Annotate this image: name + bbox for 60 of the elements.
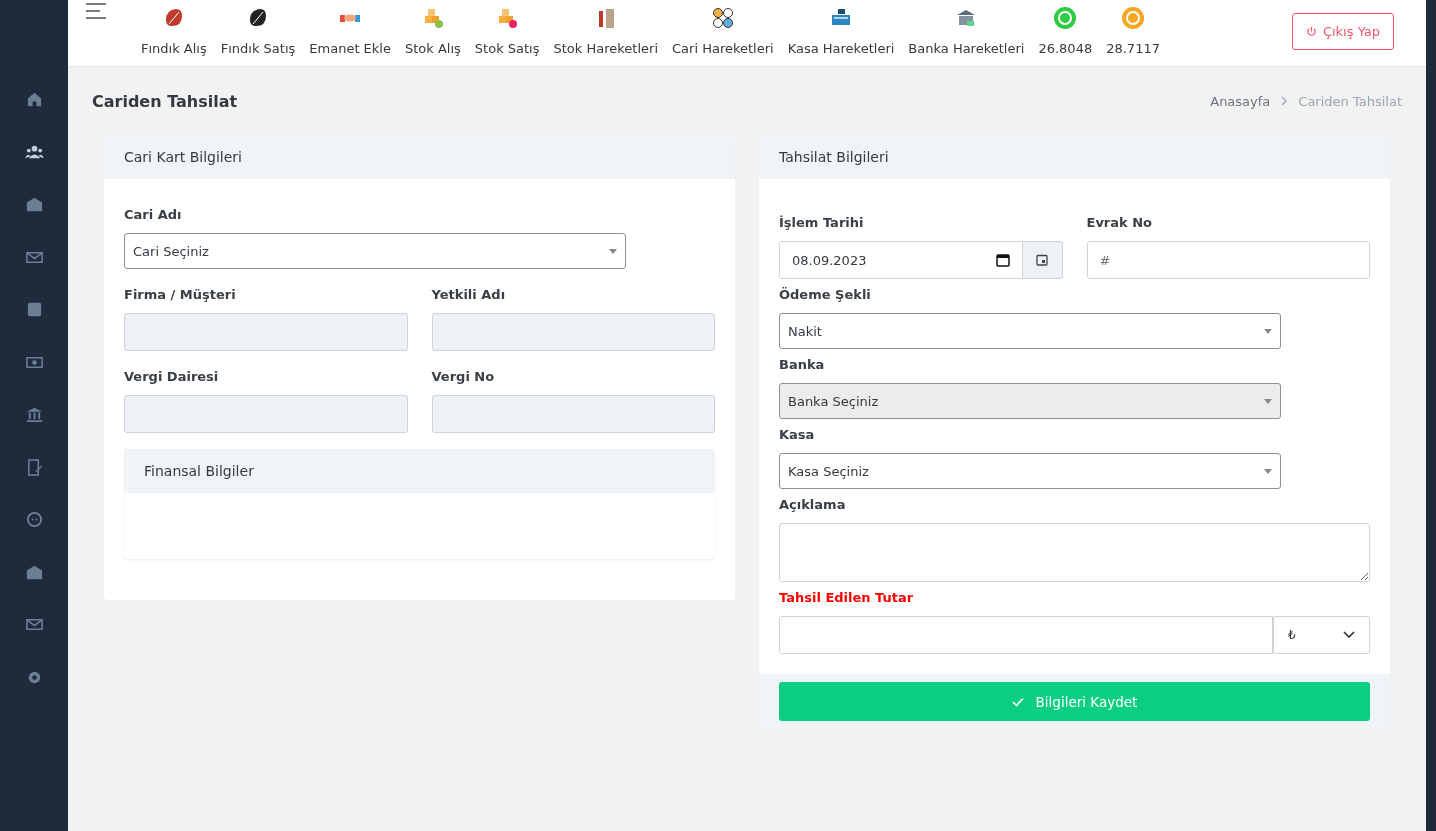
nav-link[interactable]: Stok Alış xyxy=(405,6,461,56)
textarea-field[interactable] xyxy=(779,523,1370,582)
field-label: Cari Adı xyxy=(124,207,183,222)
breadcrumb-current: Cariden Tahsilat xyxy=(1298,93,1402,109)
nav-link[interactable]: 26.8048 xyxy=(1038,6,1093,56)
input-field[interactable] xyxy=(431,313,715,351)
menu-icon xyxy=(86,3,106,19)
field-label: Ödeme Şekli xyxy=(779,287,872,302)
section-title: Finansal Bilgiler xyxy=(144,463,254,479)
power-icon xyxy=(1305,26,1317,37)
field-label: Yetkili Adı xyxy=(431,287,507,302)
warehouse-icon xyxy=(24,195,44,214)
nav-link[interactable]: Stok Hareketleri xyxy=(553,6,658,56)
field-label: Evrak No xyxy=(1086,215,1154,230)
caret-icon xyxy=(1264,468,1272,474)
field-label: İşlem Tarihi xyxy=(779,215,865,230)
date-field[interactable]: 08.09.2023 xyxy=(779,241,1023,279)
coin-icon xyxy=(1053,6,1078,30)
bank-icon xyxy=(24,405,44,424)
calendar-icon xyxy=(995,253,1010,267)
field-label: Kasa xyxy=(779,427,816,442)
select-field[interactable]: Cari Seçiniz xyxy=(124,233,626,269)
nav-link[interactable]: Kasa Hareketleri xyxy=(787,6,895,56)
nav-link[interactable]: Emanet Ekle xyxy=(309,6,391,56)
check-icon xyxy=(1011,696,1024,707)
menu-button[interactable] xyxy=(86,3,106,19)
select-field[interactable]: Nakit xyxy=(779,313,1281,349)
calendar-icon xyxy=(1036,254,1048,266)
nav-link[interactable]: Fındık Alış xyxy=(141,6,207,56)
page-title: Cariden Tahsilat xyxy=(92,91,238,111)
input-field[interactable] xyxy=(124,395,408,433)
currency-select[interactable]: ₺ xyxy=(1273,616,1370,654)
input-field[interactable]: # xyxy=(1086,241,1370,279)
coin-icon xyxy=(1121,6,1146,30)
field-label: Açıklama xyxy=(779,497,847,512)
field-label: Vergi Dairesi xyxy=(124,369,220,384)
nav-link[interactable]: Fındık Satış xyxy=(220,6,296,56)
chevron-down-icon xyxy=(1343,631,1355,639)
caret-icon xyxy=(609,248,617,254)
chevron-right-icon xyxy=(1280,96,1289,106)
input-field[interactable] xyxy=(124,313,408,351)
breadcrumb-link[interactable]: Anasayfa xyxy=(1210,93,1271,109)
select-field[interactable]: Kasa Seçiniz xyxy=(779,453,1281,489)
caret-icon xyxy=(1264,328,1272,334)
caret-icon xyxy=(1264,398,1272,404)
nav-link[interactable]: Stok Satış xyxy=(474,6,540,56)
card-title: Tahsilat Bilgileri xyxy=(779,149,889,165)
input-field[interactable] xyxy=(431,395,715,433)
field-label: Banka xyxy=(779,357,826,372)
card-title: Cari Kart Bilgileri xyxy=(124,149,242,165)
amount-field[interactable] xyxy=(779,616,1273,654)
nav-link[interactable]: Cari Hareketleri xyxy=(672,6,774,56)
calendar-button[interactable] xyxy=(1022,241,1063,279)
nav-link[interactable]: 28.7117 xyxy=(1106,6,1160,56)
nav-link[interactable]: Banka Hareketleri xyxy=(908,6,1025,56)
field-label: Firma / Müşteri xyxy=(124,287,237,302)
field-label: Tahsil Edilen Tutar xyxy=(779,590,915,605)
scrollbar[interactable] xyxy=(1426,0,1436,831)
field-label: Vergi No xyxy=(431,369,496,384)
face-icon xyxy=(24,510,44,529)
